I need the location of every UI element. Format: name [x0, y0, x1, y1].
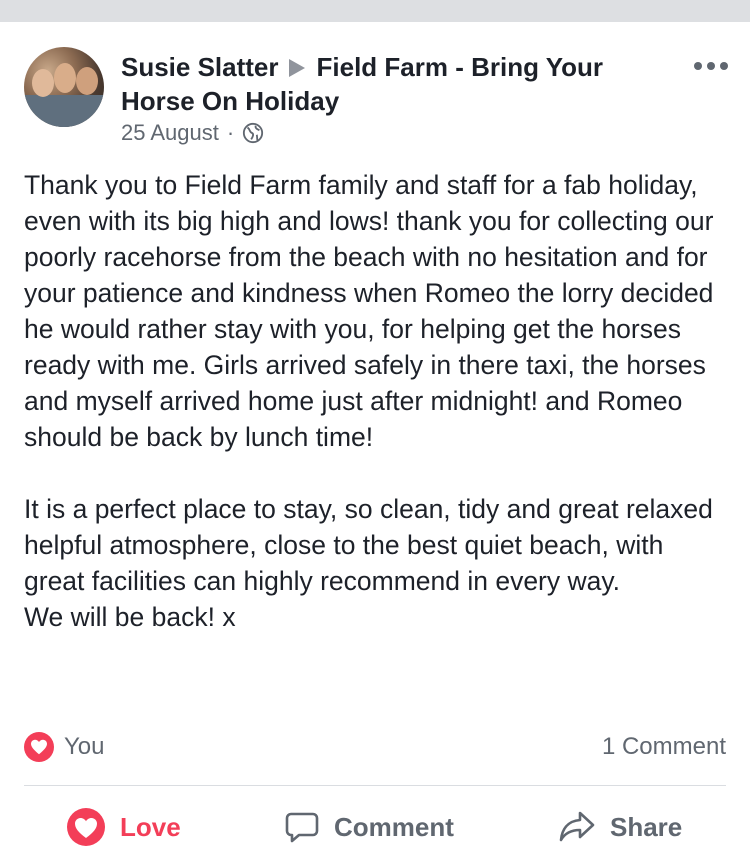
love-button[interactable]: Love	[66, 804, 181, 850]
meta-separator: ·	[226, 120, 235, 145]
comment-bubble-icon	[285, 812, 319, 843]
more-options-icon[interactable]	[694, 62, 728, 70]
actions-divider	[24, 785, 726, 786]
love-label: Love	[120, 811, 181, 842]
reaction-label: You	[64, 733, 105, 760]
heart-icon	[24, 732, 54, 762]
author-avatar[interactable]	[24, 47, 104, 127]
reactions-bar: You 1 Comment	[24, 730, 726, 764]
share-arrow-icon	[559, 811, 595, 842]
reaction-summary[interactable]: You	[24, 732, 105, 762]
post-meta: 25 August ·	[121, 120, 264, 146]
comment-button[interactable]: Comment	[284, 804, 454, 850]
right-arrow-icon	[288, 59, 305, 77]
comment-count-link[interactable]: 1 Comment	[602, 733, 726, 761]
post-body-text: Thank you to Field Farm family and staff…	[24, 170, 714, 632]
comment-label: Comment	[334, 811, 454, 842]
post-header-title: Susie Slatter Field Farm - Bring Your Hor…	[121, 50, 661, 118]
love-reaction-icon	[67, 808, 105, 846]
feed-separator-bar	[0, 0, 750, 22]
post-card: Susie Slatter Field Farm - Bring Your Hor…	[0, 22, 750, 863]
post-actions: Love Comment Share	[0, 804, 750, 850]
author-name-link[interactable]: Susie Slatter	[121, 52, 279, 82]
share-label: Share	[610, 811, 683, 842]
globe-icon	[243, 122, 264, 144]
post-date[interactable]: 25 August	[121, 120, 219, 146]
share-button[interactable]: Share	[558, 804, 682, 850]
